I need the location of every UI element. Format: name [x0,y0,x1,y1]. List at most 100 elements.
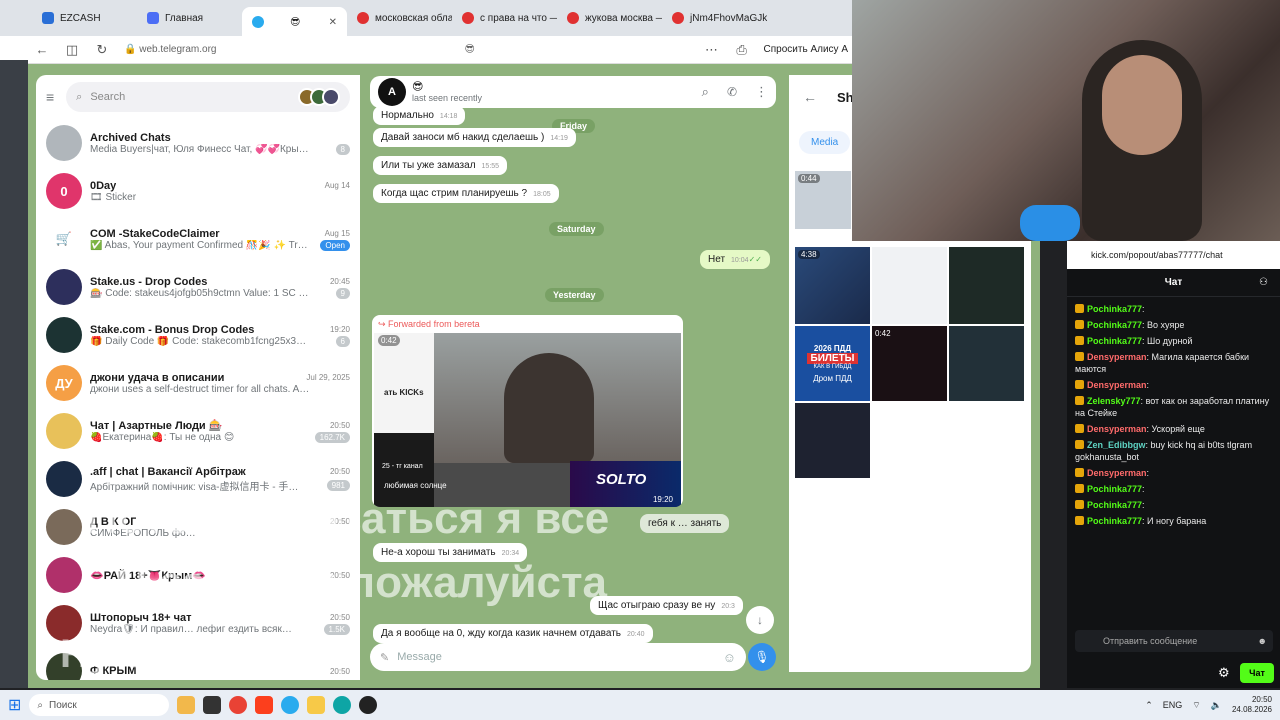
chat-avatar[interactable]: A [378,78,406,106]
kick-url-bar[interactable]: kick.com/popout/abas77777/chat [1067,241,1280,269]
media-thumb[interactable]: 0:44 [795,171,851,229]
chat-list-item[interactable]: Ф КРЫМ 20:50 [36,647,360,680]
scroll-down-button[interactable]: ↓ [746,606,774,634]
chat-item-body: джони удача в описании Jul 29, 2025 джони … [90,372,350,395]
browser-tab[interactable]: jNm4FhovMaGJkE0 [662,4,767,32]
more-vertical-icon[interactable]: ⋮ [755,84,768,100]
chat-list-item[interactable]: Д В К ОГ 20:50 СИМФЕРОПОЛЬ фо… [36,503,360,551]
message-bubble[interactable]: Не-а хорош ты занимать 20:34 [373,543,528,562]
chat-list-item[interactable]: Stake.com - Bonus Drop Codes 19:20 🎁 Daily… [36,311,360,359]
chat-list-item[interactable]: .aff | chat | Вакансії Арбітраж 20:50 Арбі… [36,455,360,503]
chat-list-item[interactable]: 👄РАЙ 18+👅Крым👄 20:50 [36,551,360,599]
media-thumb-poster[interactable]: 2026 ПДД БИЛЕТЫ КАК В ГИБДД Дром ПДД [795,326,870,401]
video-thumbnail[interactable]: ать KICKs 25 - тг канал любимая солнце S… [374,333,681,507]
obs-icon[interactable] [359,696,378,714]
media-thumb[interactable] [949,326,1024,401]
chat-list-item[interactable]: Stake.us - Drop Codes 20:45 🎰 Code: stakeu… [36,263,360,311]
message-composer[interactable]: ✎ Message ☺ [370,643,746,671]
kick-username[interactable]: Pochinka777 [1087,320,1142,330]
unread-badge: 6 [335,335,350,347]
windows-start-icon[interactable]: ⊞ [8,695,21,715]
kick-message-input[interactable]: Отправить сообщение ☻ [1075,630,1273,652]
message-bubble[interactable]: Давай заноси мб накид сделаешь ) 14:19 [373,128,576,147]
story-avatars[interactable] [298,88,340,106]
taskbar-search[interactable]: ⌕ Поиск [29,694,170,716]
bookmark-icon[interactable]: ⎙ [734,42,750,58]
file-explorer-icon[interactable] [307,696,326,714]
message-input[interactable]: Message [397,651,715,663]
edge-icon[interactable] [333,696,352,714]
media-thumb[interactable] [872,247,947,324]
chrome-icon[interactable] [229,696,248,714]
back-icon[interactable]: ← [34,42,50,57]
more-icon[interactable]: ⋯ [704,42,720,58]
message-bubble[interactable]: гебя к … занять [640,514,730,533]
volume-icon[interactable]: 🔈 [1211,700,1222,711]
chat-list-item[interactable]: Archived Chats Media Buyers|чат, Юля Фине… [36,119,360,167]
browser-tab[interactable]: EZCASH [32,4,137,32]
search-input[interactable]: ⌕ Search [66,82,350,112]
tray-chevron-icon[interactable]: ⌃ [1145,700,1153,711]
terminal-icon[interactable] [203,696,222,714]
chat-name: Ф КРЫМ [90,665,137,677]
message-bubble[interactable]: Щас отыграю сразу ве ну 20:3 [590,596,743,615]
users-icon[interactable]: ⚇ [1259,277,1268,288]
reload-icon[interactable]: ↻ [94,42,110,58]
emoji-icon[interactable]: ☻ [1258,636,1267,646]
phone-icon[interactable]: ✆ [727,85,737,99]
language-indicator[interactable]: ENG [1163,700,1183,710]
browser-tab[interactable]: московская област [347,4,452,32]
forwarded-video-message[interactable]: ↪ Forwarded from bereta ать KICKs 25 - т… [372,315,683,507]
chat-list-item[interactable]: ДУ джони удача в описании Jul 29, 2025 джон… [36,359,360,407]
microphone-button[interactable]: 🎙 [748,643,776,671]
kick-username[interactable]: Densyperman [1087,352,1147,362]
chat-time: Aug 14 [324,181,350,190]
chat-list-item[interactable]: 0 0Day Aug 14 🎞 Sticker [36,167,360,215]
kick-username[interactable]: Pochinka777 [1087,336,1142,346]
chat-list-item[interactable]: Штопорыч 18+ чат 20:50 Neydra🛡: И правил… … [36,599,360,647]
browser-tab-active[interactable]: 😎 ✕ [242,7,347,37]
browser-tab[interactable]: с права на что — Я [452,4,557,32]
message-bubble[interactable]: Когда щас стрим планируешь ? 18:05 [373,184,559,203]
media-thumb[interactable] [949,247,1024,324]
back-arrow-icon[interactable]: ← [803,89,817,105]
browser-tab[interactable]: Главная [137,4,242,32]
kick-username[interactable]: Zen_Edibbgw [1087,440,1146,450]
message-bubble[interactable]: Да я вообще на 0, жду когда казик начнем… [373,624,653,643]
reading-mode-icon[interactable]: ◫ [64,42,80,58]
clock[interactable]: 20:50 24.08.2026 [1232,695,1272,715]
media-thumb[interactable]: 4:38 [795,247,870,324]
kick-username[interactable]: Pochinka777 [1087,516,1142,526]
kick-chat-send-button[interactable]: Чат [1240,663,1274,683]
message-bubble[interactable]: Или ты уже замазал 15:55 [373,156,508,175]
browser-tab[interactable]: жукова москва — Я [557,4,662,32]
attach-icon[interactable]: ✎ [380,651,389,664]
kick-username[interactable]: Densyperman [1087,380,1147,390]
network-icon[interactable]: ⌔ [1192,700,1200,711]
settings-gear-icon[interactable]: ⚙ [1218,665,1230,681]
outgoing-message-bubble[interactable]: Нет 10:04✓✓ [700,250,770,269]
telegram-icon[interactable] [281,696,300,714]
message-bubble[interactable]: Нормально 14:18 [373,106,466,125]
kick-username[interactable]: Densyperman [1087,424,1147,434]
kick-username[interactable]: Densyperman [1087,468,1147,478]
chat-list-item[interactable]: 🛒 COM -StakeCodeClaimer Aug 15 ✅ Abas, Your… [36,215,360,263]
tab-close-icon[interactable]: ✕ [329,17,337,28]
kick-username[interactable]: Pochinka777 [1087,484,1142,494]
media-thumb[interactable] [795,403,870,478]
tab-media[interactable]: Media [799,131,851,154]
kick-username[interactable]: Pochinka777 [1087,304,1142,314]
url-field[interactable]: 🔒 web.telegram.org 😎 [124,44,690,55]
media-thumb[interactable]: 0:42 [872,326,947,401]
kick-username[interactable]: Pochinka777 [1087,500,1142,510]
chat-header[interactable]: A 😎 last seen recently ⌕ ✆ ⋮ [370,76,776,108]
task-view-icon[interactable] [177,696,196,714]
kick-username[interactable]: Zelensky777 [1087,396,1141,406]
search-icon[interactable]: ⌕ [702,84,709,100]
ask-alice-button[interactable]: Спросить Алису А [764,44,852,55]
hamburger-menu-icon[interactable]: ≡ [46,89,54,105]
chat-name: Штопорыч 18+ чат [90,611,192,624]
yandex-browser-icon[interactable] [255,696,274,714]
emoji-icon[interactable]: ☺ [723,650,736,665]
chat-list-item[interactable]: Чат | Азартные Люди 🎰 20:50 🍓Екатерина🍓: Т… [36,407,360,455]
